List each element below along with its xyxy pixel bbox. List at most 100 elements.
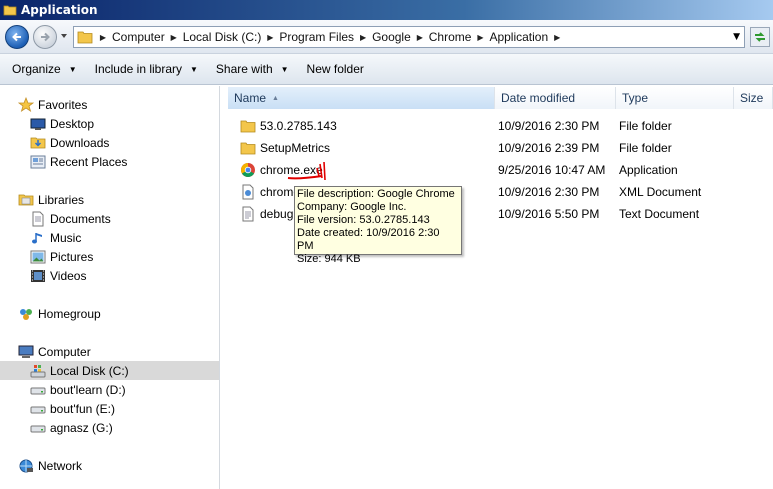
crumb-computer[interactable]: Computer (109, 30, 168, 44)
hard-drive-icon (30, 401, 46, 417)
crumb-separator[interactable]: ▶ (414, 33, 426, 42)
file-info-tooltip: File description: Google Chrome Company:… (294, 186, 462, 265)
file-date: 10/9/2016 2:39 PM (498, 141, 600, 155)
nav-drive-e[interactable]: bout'fun (E:) (30, 399, 115, 418)
folder-icon (77, 31, 93, 44)
nav-downloads[interactable]: Downloads (30, 133, 109, 152)
crumb-google[interactable]: Google (369, 30, 414, 44)
command-bar: Organize ▼ Include in library ▼ Share wi… (0, 54, 773, 85)
tooltip-description: File description: Google Chrome (297, 188, 455, 200)
column-header-name[interactable]: Name ▲ (228, 87, 495, 109)
computer-icon (18, 344, 34, 360)
downloads-folder-icon (30, 135, 46, 151)
nav-label: Libraries (38, 192, 85, 207)
nav-favorites[interactable]: Favorites (18, 95, 87, 114)
chevron-down-icon: ▼ (280, 64, 289, 74)
videos-icon (30, 268, 46, 284)
back-button[interactable] (5, 25, 29, 49)
organize-label: Organize (12, 62, 61, 76)
crumb-program-files[interactable]: Program Files (276, 30, 357, 44)
column-header-label: Type (622, 91, 649, 105)
column-header-type[interactable]: Type (616, 87, 734, 109)
crumb-chrome[interactable]: Chrome (426, 30, 475, 44)
nav-label: bout'fun (E:) (50, 401, 115, 416)
include-in-library-menu[interactable]: Include in library ▼ (89, 58, 204, 80)
file-date: 10/9/2016 2:30 PM (498, 185, 600, 199)
file-name: debug (260, 207, 294, 221)
homegroup-icon (18, 306, 34, 322)
nav-label: Music (50, 230, 82, 245)
nav-pictures[interactable]: Pictures (30, 247, 93, 266)
column-header-label: Size (740, 91, 764, 105)
star-icon (18, 96, 34, 113)
folder-icon (240, 142, 256, 155)
file-type: File folder (619, 141, 672, 155)
file-row[interactable]: 53.0.2785.143 10/9/2016 2:30 PM File fol… (234, 115, 773, 137)
hard-drive-icon (30, 382, 46, 398)
crumb-separator[interactable]: ▶ (168, 33, 180, 42)
navigation-pane: Favorites Desktop Downloads Recent Place… (0, 86, 220, 489)
windows-drive-icon (30, 363, 46, 379)
nav-label: Homegroup (38, 306, 101, 321)
nav-videos[interactable]: Videos (30, 266, 86, 285)
nav-drive-g[interactable]: agnasz (G:) (30, 418, 113, 437)
nav-recent-places[interactable]: Recent Places (30, 152, 127, 171)
window-title: Application (21, 3, 98, 17)
chevron-down-icon: ▼ (190, 64, 198, 74)
folder-icon (3, 5, 17, 16)
hard-drive-icon (30, 420, 46, 436)
network-icon (18, 458, 34, 474)
nav-documents[interactable]: Documents (30, 209, 111, 228)
file-date: 10/9/2016 5:50 PM (498, 207, 600, 221)
refresh-button[interactable] (750, 27, 770, 47)
file-type: XML Document (619, 185, 702, 199)
tooltip-size: Size: 944 KB (297, 253, 361, 265)
nav-label: Computer (38, 344, 91, 359)
nav-homegroup[interactable]: Homegroup (18, 304, 101, 323)
nav-label: Videos (50, 268, 87, 283)
chrome-icon (241, 163, 255, 177)
nav-label: Desktop (50, 116, 95, 131)
crumb-separator[interactable]: ▶ (474, 33, 486, 42)
share-with-menu[interactable]: Share with ▼ (210, 58, 295, 80)
crumb-separator[interactable]: ▶ (264, 33, 276, 42)
chevron-down-icon: ▼ (68, 64, 77, 74)
column-header-label: Name (234, 91, 267, 105)
nav-libraries[interactable]: Libraries (18, 190, 84, 209)
recent-pages-dropdown[interactable] (60, 32, 68, 40)
address-dropdown[interactable]: ▼ (733, 32, 740, 42)
address-bar[interactable]: ▶ Computer ▶ Local Disk (C:) ▶ Program F… (73, 26, 745, 48)
crumb-application[interactable]: Application (486, 30, 551, 44)
nav-music[interactable]: Music (30, 228, 81, 247)
nav-label: Pictures (50, 249, 94, 264)
address-row: ▶ Computer ▶ Local Disk (C:) ▶ Program F… (0, 20, 773, 54)
nav-network[interactable]: Network (18, 456, 82, 475)
nav-drive-d[interactable]: bout'learn (D:) (30, 380, 126, 399)
crumb-separator[interactable]: ▶ (551, 33, 563, 42)
tooltip-version: File version: 53.0.2785.143 (297, 214, 430, 226)
desktop-icon (30, 116, 46, 132)
new-folder-button[interactable]: New folder (301, 58, 370, 80)
recent-places-icon (30, 154, 46, 170)
nav-label: Network (38, 458, 83, 473)
pictures-icon (30, 249, 46, 265)
nav-local-disk-c[interactable]: Local Disk (C:) (0, 361, 219, 380)
nav-label: Recent Places (50, 154, 128, 169)
share-label: Share with (215, 62, 273, 76)
nav-desktop[interactable]: Desktop (30, 114, 94, 133)
nav-computer[interactable]: Computer (18, 342, 91, 361)
file-name: 53.0.2785.143 (260, 119, 337, 133)
crumb-separator[interactable]: ▶ (97, 33, 109, 42)
file-row[interactable]: SetupMetrics 10/9/2016 2:39 PM File fold… (234, 137, 773, 159)
include-label: Include in library (94, 62, 182, 76)
column-header-size[interactable]: Size (734, 87, 773, 109)
forward-arrow-icon (41, 32, 50, 42)
column-header-date[interactable]: Date modified (495, 87, 616, 109)
crumb-local-disk[interactable]: Local Disk (C:) (180, 30, 265, 44)
forward-button[interactable] (33, 25, 57, 49)
crumb-separator[interactable]: ▶ (357, 33, 369, 42)
file-type: Text Document (619, 207, 700, 221)
file-list-pane: Name ▲ Date modified Type Size 53.0.2785… (222, 86, 773, 489)
tooltip-date-created: Date created: 10/9/2016 2:30 PM (297, 227, 440, 252)
organize-menu[interactable]: Organize ▼ (6, 58, 83, 80)
